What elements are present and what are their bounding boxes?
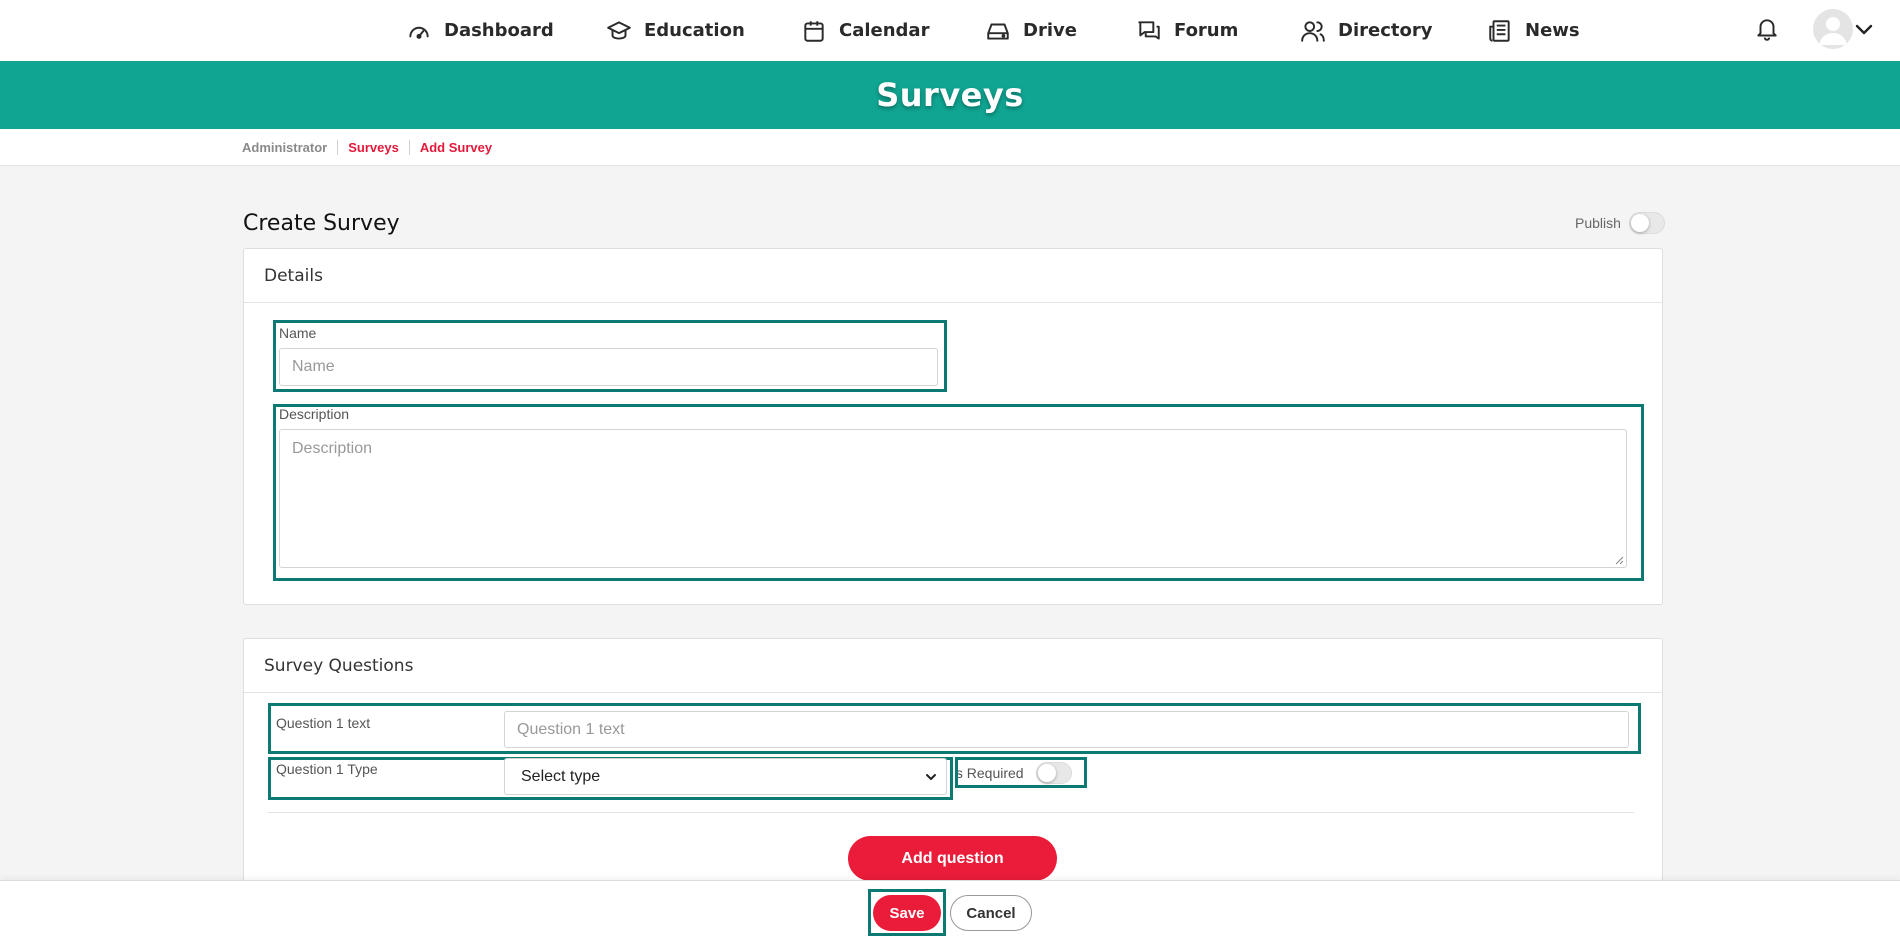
breadcrumb-bar: Administrator Surveys Add Survey bbox=[0, 129, 1900, 166]
is-required-toggle[interactable] bbox=[1035, 761, 1072, 784]
nav-education-label: Education bbox=[644, 20, 745, 41]
speedometer-icon bbox=[409, 26, 429, 39]
page-title: Create Survey bbox=[243, 211, 400, 236]
description-placeholder: Description bbox=[292, 440, 373, 457]
hard-drive-icon bbox=[987, 23, 1009, 40]
is-required-highlight: Is Required bbox=[955, 757, 1087, 788]
bell-icon[interactable] bbox=[1754, 15, 1780, 43]
nav-calendar[interactable]: Calendar bbox=[801, 0, 929, 61]
chevron-down-icon bbox=[926, 773, 936, 780]
question-1-type-value: Select type bbox=[521, 767, 601, 785]
nav-directory-label: Directory bbox=[1338, 20, 1433, 41]
page-banner: Surveys bbox=[0, 61, 1900, 129]
top-navigation: Dashboard Education Calendar Drive Forum… bbox=[0, 0, 1900, 61]
banner-title: Surveys bbox=[876, 76, 1024, 114]
nav-dashboard-label: Dashboard bbox=[444, 20, 554, 41]
breadcrumb-add-survey[interactable]: Add Survey bbox=[408, 140, 502, 155]
nav-news-label: News bbox=[1525, 20, 1580, 41]
nav-calendar-label: Calendar bbox=[839, 20, 930, 41]
breadcrumb-surveys[interactable]: Surveys bbox=[337, 140, 409, 155]
graduation-cap-icon bbox=[607, 20, 631, 40]
nav-directory[interactable]: Directory bbox=[1300, 0, 1432, 61]
nav-forum-label: Forum bbox=[1174, 20, 1239, 41]
name-label: Name bbox=[279, 325, 317, 341]
details-header: Details bbox=[244, 249, 1662, 303]
description-label: Description bbox=[279, 406, 350, 422]
nav-drive[interactable]: Drive bbox=[985, 0, 1077, 61]
survey-questions-header: Survey Questions bbox=[244, 639, 1662, 693]
publish-toggle[interactable] bbox=[1628, 212, 1665, 234]
nav-drive-label: Drive bbox=[1023, 20, 1077, 41]
chat-bubbles-icon bbox=[1138, 20, 1160, 40]
resize-handle-icon[interactable] bbox=[1614, 555, 1624, 565]
question-1-text-input[interactable]: Question 1 text bbox=[504, 711, 1629, 748]
question-1-text-label: Question 1 text bbox=[276, 715, 371, 731]
name-input[interactable]: Name bbox=[279, 348, 938, 386]
user-avatar-icon[interactable] bbox=[1813, 9, 1853, 49]
question-1-type-label: Question 1 Type bbox=[276, 761, 378, 777]
description-textarea[interactable]: Description bbox=[279, 429, 1627, 568]
questions-divider bbox=[268, 812, 1634, 813]
nav-forum[interactable]: Forum bbox=[1136, 0, 1238, 61]
chevron-down-icon[interactable] bbox=[1852, 18, 1876, 42]
newspaper-icon bbox=[1489, 19, 1510, 42]
add-question-button[interactable]: Add question bbox=[848, 836, 1057, 881]
users-icon bbox=[1301, 20, 1325, 42]
nav-dashboard[interactable]: Dashboard bbox=[406, 0, 554, 61]
question-1-type-select[interactable]: Select type bbox=[504, 758, 947, 795]
publish-control: Publish bbox=[1575, 212, 1665, 234]
publish-label: Publish bbox=[1575, 215, 1621, 231]
is-required-label: Is Required bbox=[955, 764, 1024, 781]
breadcrumb: Administrator Surveys Add Survey bbox=[242, 129, 502, 166]
nav-news[interactable]: News bbox=[1487, 0, 1580, 61]
cancel-button[interactable]: Cancel bbox=[950, 895, 1032, 931]
nav-education[interactable]: Education bbox=[606, 0, 745, 61]
save-button[interactable]: Save bbox=[873, 895, 941, 931]
calendar-icon bbox=[804, 20, 824, 42]
breadcrumb-administrator: Administrator bbox=[242, 140, 328, 155]
